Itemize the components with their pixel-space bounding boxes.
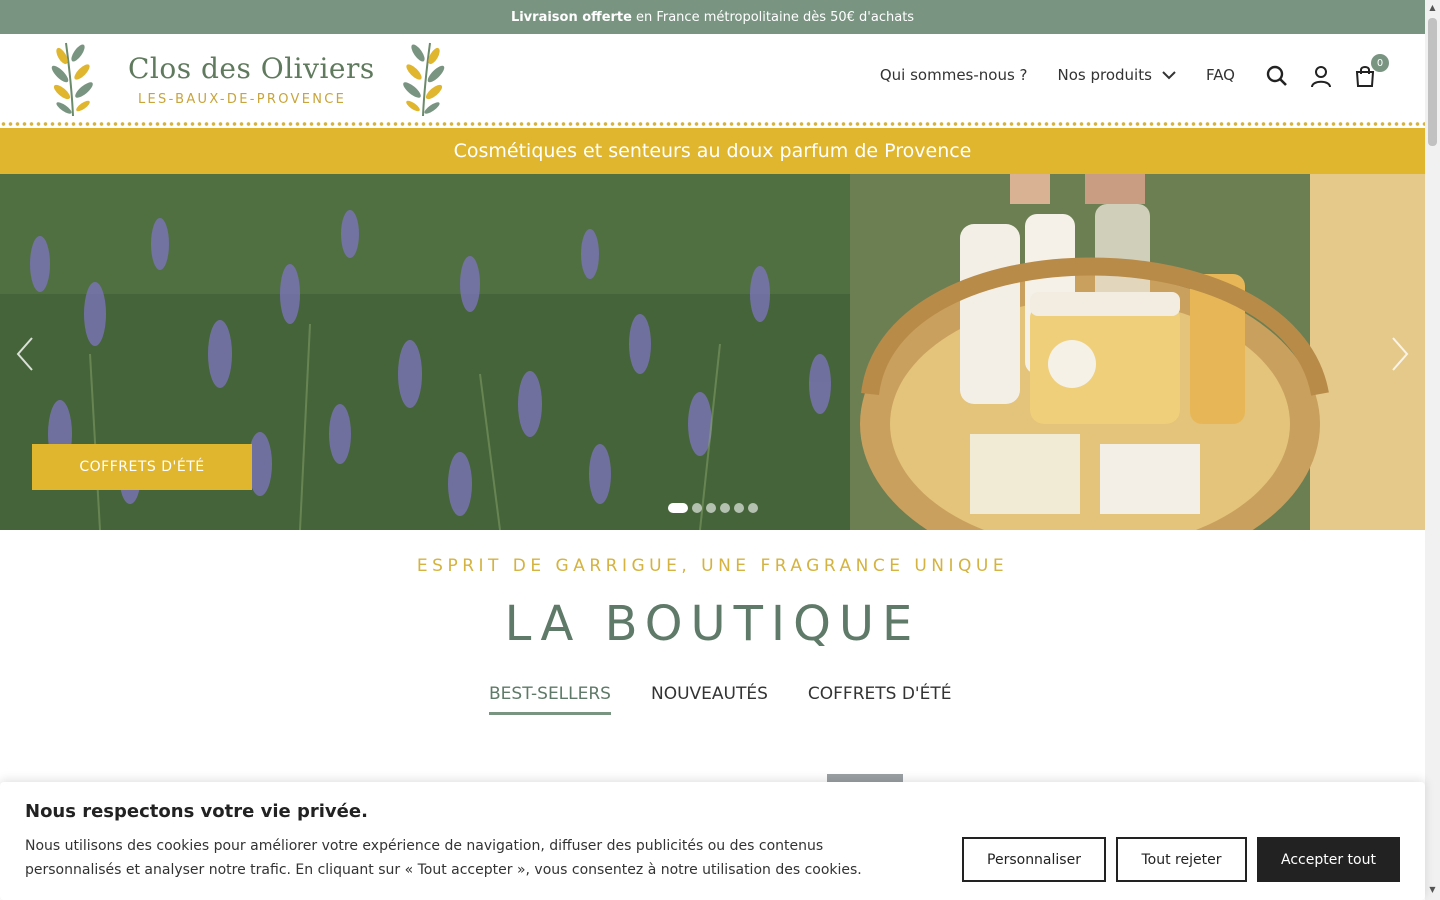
scrollbar-thumb[interactable] (1428, 18, 1437, 146)
announcement-bold: Livraison offerte (510, 9, 632, 25)
section-title: LA BOUTIQUE (504, 596, 921, 652)
brand-subtitle: LES-BAUX-DE-PROVENCE (138, 92, 347, 107)
carousel-dot[interactable] (720, 503, 730, 513)
user-icon (1311, 66, 1331, 88)
tagline-banner: Cosmétiques et senteurs au doux parfum d… (0, 128, 1425, 174)
cookie-text: Nous utilisons des cookies pour améliore… (25, 838, 862, 878)
site-header: Clos des Oliviers LES-BAUX-DE-PROVENCE Q… (0, 34, 1425, 124)
announcement-text: en France métropolitaine dès 50€ d'achat… (635, 9, 915, 25)
brand-logo[interactable]: Clos des Oliviers LES-BAUX-DE-PROVENCE (48, 38, 448, 118)
section-kicker: ESPRIT DE GARRIGUE, UNE FRAGRANCE UNIQUE (416, 556, 1009, 576)
cookie-banner: Nous respectons votre vie privée. Nous u… (0, 782, 1425, 900)
carousel-dot[interactable] (734, 503, 744, 513)
carousel-dot[interactable] (706, 503, 716, 513)
hero-carousel: COFFRETS D'ÉTÉ (0, 174, 1425, 530)
main-nav: Qui sommes-nous ? Nos produits FAQ (880, 66, 1235, 84)
scroll-up-icon[interactable]: ▲ (1428, 4, 1437, 12)
tab-new-arrivals[interactable]: NOUVEAUTÉS (651, 684, 768, 715)
nav-products[interactable]: Nos produits (1058, 66, 1176, 84)
cookie-accept-button[interactable]: Accepter tout (1257, 837, 1400, 882)
nav-about[interactable]: Qui sommes-nous ? (880, 66, 1028, 84)
olive-branch-icon (403, 42, 445, 117)
olive-branch-icon (51, 42, 93, 117)
carousel-dot[interactable] (692, 503, 702, 513)
cookie-title: Nous respectons votre vie privée. (25, 801, 368, 822)
cookie-customize-button[interactable]: Personnaliser (962, 837, 1106, 882)
decorative-dotted-divider (0, 121, 1425, 127)
nav-faq[interactable]: FAQ (1206, 66, 1235, 84)
brand-name: Clos des Oliviers (128, 52, 375, 85)
chevron-down-icon (1162, 71, 1176, 80)
carousel-dot[interactable] (748, 503, 758, 513)
search-icon (1266, 65, 1287, 86)
cart-button[interactable]: 0 (1353, 54, 1389, 88)
header-icons: 0 (1265, 54, 1389, 88)
tab-summer-boxes[interactable]: COFFRETS D'ÉTÉ (808, 684, 952, 715)
page-scrollbar[interactable]: ▲ ▼ (1425, 0, 1440, 900)
search-button[interactable] (1265, 64, 1289, 88)
nav-products-label: Nos produits (1057, 66, 1152, 84)
shop-tabs: BEST-SELLERS NOUVEAUTÉS COFFRETS D'ÉTÉ (489, 684, 951, 715)
hero-basket-image (850, 174, 1425, 530)
tab-best-sellers[interactable]: BEST-SELLERS (489, 684, 611, 715)
carousel-dots (668, 503, 758, 513)
cart-count-badge: 0 (1371, 54, 1389, 72)
nav-faq-label: FAQ (1205, 66, 1235, 84)
carousel-next-icon[interactable] (1385, 334, 1415, 374)
scroll-down-icon[interactable]: ▼ (1428, 886, 1437, 894)
cookie-reject-button[interactable]: Tout rejeter (1116, 837, 1247, 882)
announcement-bar: Livraison offerte en France métropolitai… (0, 0, 1425, 34)
carousel-prev-icon[interactable] (10, 334, 40, 374)
hero-cta-button[interactable]: COFFRETS D'ÉTÉ (32, 444, 252, 490)
account-button[interactable] (1309, 64, 1333, 88)
nav-about-label: Qui sommes-nous ? (879, 66, 1028, 84)
carousel-dot[interactable] (668, 503, 688, 513)
